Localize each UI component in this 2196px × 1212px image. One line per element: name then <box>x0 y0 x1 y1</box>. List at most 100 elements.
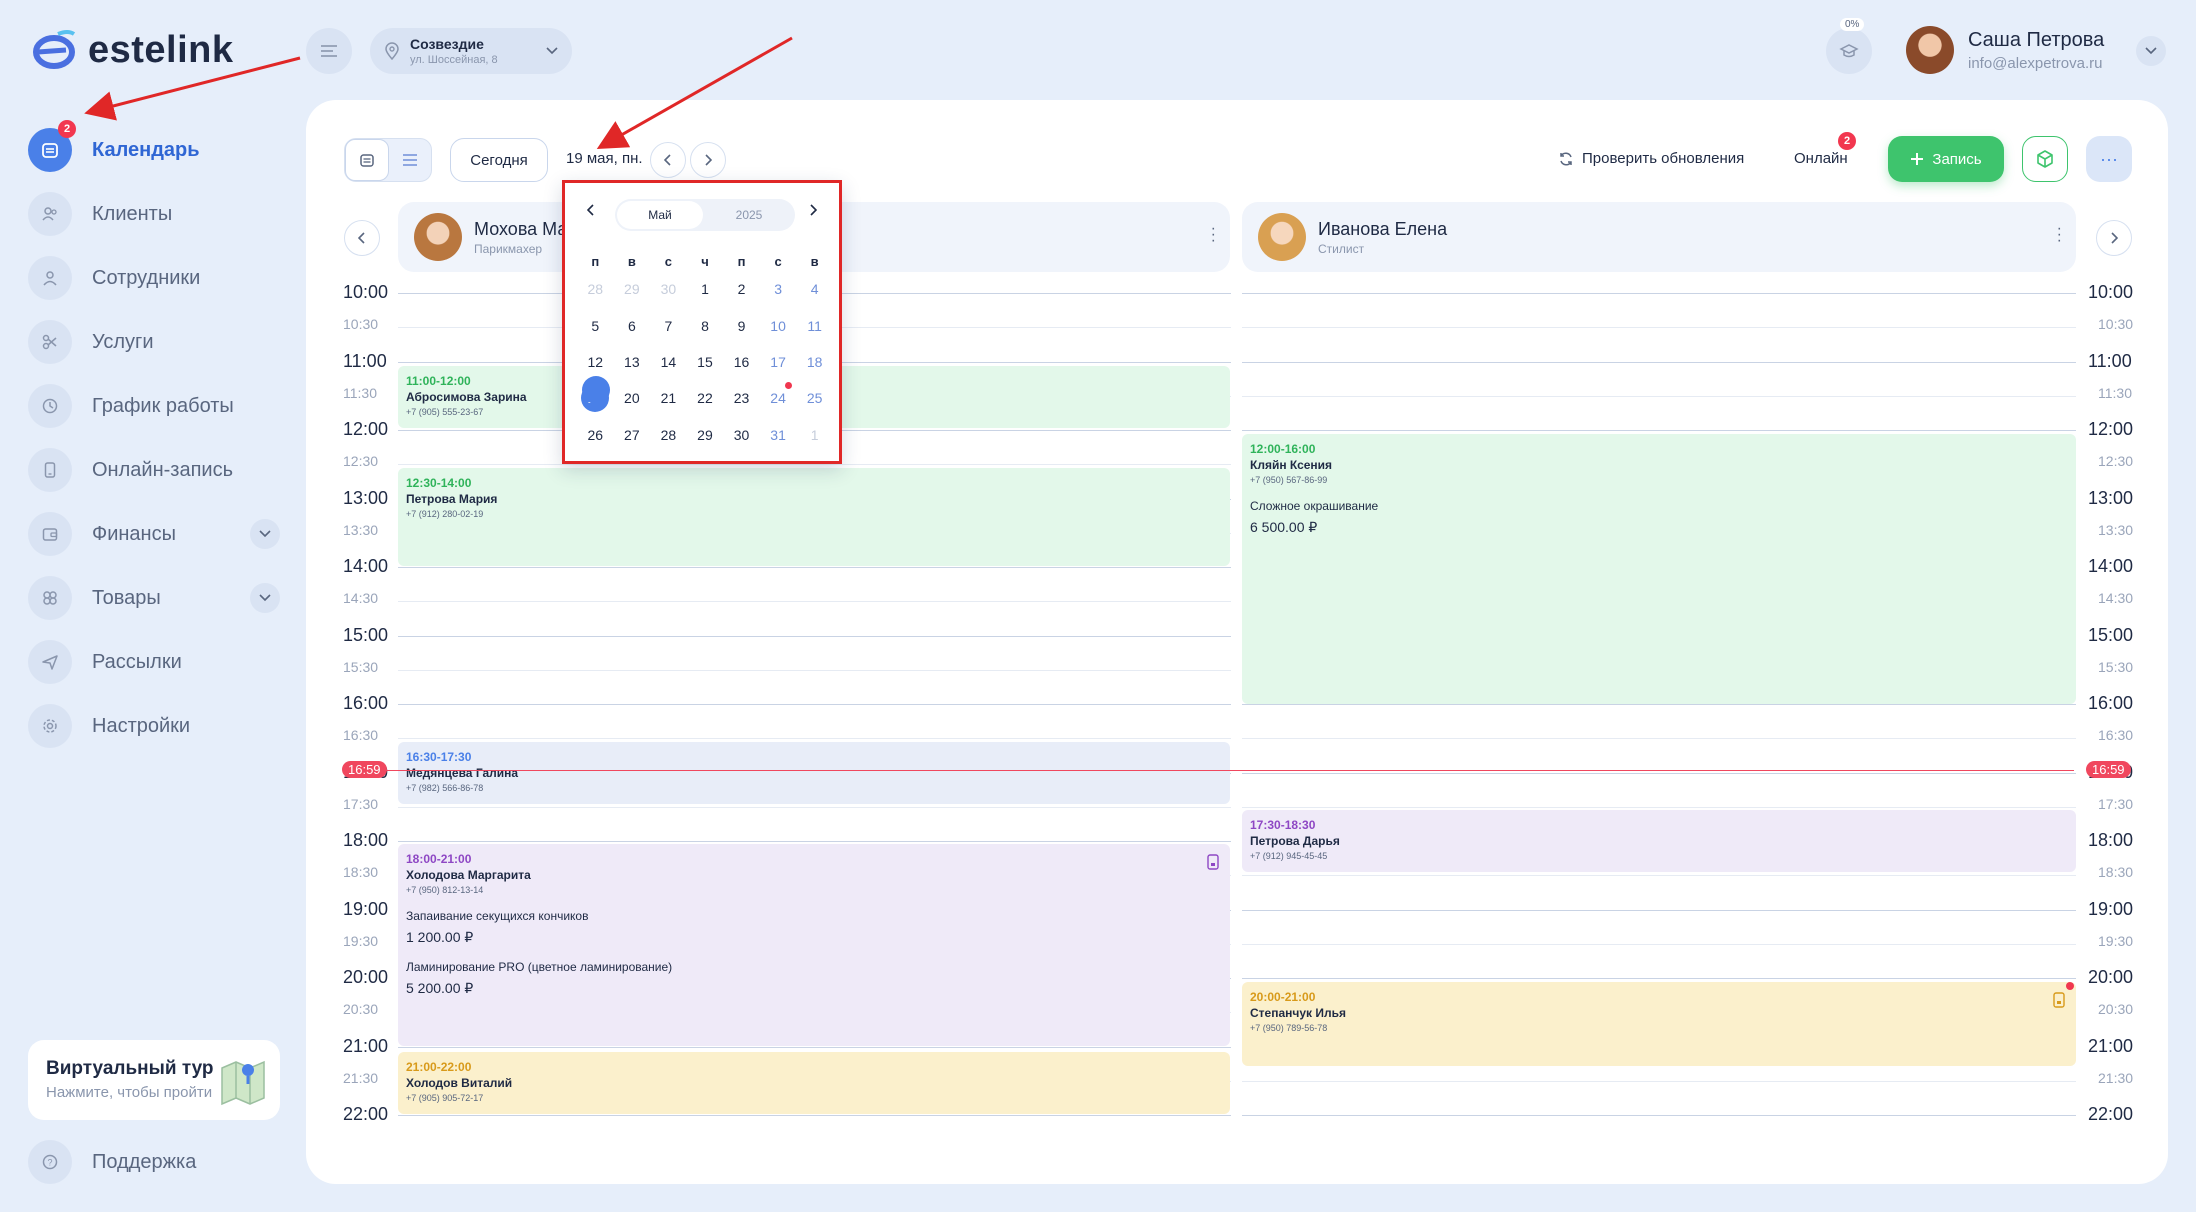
current-date[interactable]: 19 мая, пн. <box>566 150 643 167</box>
staff-header-2[interactable]: Иванова Елена Стилист · · · <box>1242 202 2076 272</box>
view-toggle[interactable] <box>344 138 432 182</box>
online-button[interactable]: Онлайн 2 <box>1794 132 1856 167</box>
calendar-day[interactable]: 4 <box>796 281 833 297</box>
sidebar-item-settings[interactable]: Настройки <box>28 694 280 758</box>
more-button[interactable]: ··· <box>2086 136 2132 182</box>
kebab-menu-icon[interactable]: · · · <box>2057 221 2062 249</box>
calendar-day[interactable]: 24 <box>760 382 797 406</box>
chevron-down-icon[interactable] <box>250 583 280 613</box>
calendar-day[interactable]: 9 <box>723 318 760 334</box>
user-menu-chevron[interactable] <box>2136 36 2166 66</box>
time-label-right: 12:00 <box>2088 419 2134 439</box>
calendar-day[interactable]: 31 <box>760 427 797 443</box>
time-label-left: 16:30 <box>343 727 379 744</box>
appointment-card[interactable]: 21:00-22:00 Холодов Виталий +7 (905) 905… <box>398 1052 1230 1114</box>
user-profile[interactable]: Саша Петрова info@alexpetrova.ru <box>1906 26 2104 74</box>
month-tab[interactable]: Май <box>617 201 703 229</box>
logo[interactable]: estelink <box>28 28 234 72</box>
calendar-day[interactable]: 20 <box>614 390 651 406</box>
year-tab[interactable]: 2025 <box>703 208 795 222</box>
sidebar-item-mailing[interactable]: Рассылки <box>28 630 280 694</box>
appointment-phone: +7 (950) 567-86-99 <box>1250 475 1328 485</box>
calendar-day[interactable]: 5 <box>577 318 614 334</box>
add-appointment-button[interactable]: Запись <box>1888 136 2004 182</box>
sidebar-item-schedule[interactable]: График работы <box>28 374 280 438</box>
graduation-cap-icon <box>1839 44 1859 58</box>
next-month-button[interactable] <box>809 203 818 221</box>
next-date-button[interactable] <box>690 142 726 178</box>
calendar-day[interactable]: 13 <box>614 354 651 370</box>
prev-staff-button[interactable] <box>344 220 380 256</box>
calendar-day[interactable]: 25 <box>796 390 833 406</box>
appointment-card[interactable]: 20:00-21:00 Степанчук Илья +7 (950) 789-… <box>1242 982 2076 1066</box>
calendar-day[interactable]: 2 <box>723 281 760 297</box>
sidebar-item-staff[interactable]: Сотрудники <box>28 246 280 310</box>
calendar-day[interactable]: 27 <box>614 427 651 443</box>
calendar-day[interactable]: 21 <box>650 390 687 406</box>
calendar-day[interactable]: 15 <box>687 354 724 370</box>
appointment-card[interactable]: 12:00-16:00 Кляйн Ксения +7 (950) 567-86… <box>1242 434 2076 704</box>
products-button[interactable] <box>2022 136 2068 182</box>
appointment-card[interactable]: 16:30-17:30 Медянцева Галина +7 (982) 56… <box>398 742 1230 804</box>
refresh-icon <box>1560 151 1572 166</box>
calendar-day[interactable]: 29 <box>614 281 651 297</box>
support-link[interactable]: ? Поддержка <box>28 1140 196 1184</box>
calendar-day[interactable]: 12 <box>577 354 614 370</box>
calendar-day[interactable]: 28 <box>577 281 614 297</box>
chevron-down-icon <box>2145 47 2157 55</box>
sidebar-item-clients[interactable]: Клиенты <box>28 182 280 246</box>
time-label-right: 11:00 <box>2088 350 2132 371</box>
day-number: 9 <box>737 317 746 334</box>
appointment-phone: +7 (982) 566-86-78 <box>406 783 484 793</box>
chevron-down-icon <box>546 47 558 55</box>
sidebar-item-finance[interactable]: Финансы <box>28 502 280 566</box>
kebab-menu-icon[interactable]: · · · <box>1211 221 1216 249</box>
calendar-day[interactable]: 17 <box>760 354 797 370</box>
branch-selector[interactable]: Созвездие ул. Шоссейная, 8 <box>370 28 572 74</box>
calendar-day[interactable]: 30 <box>650 281 687 297</box>
calendar-day[interactable]: 7 <box>650 318 687 334</box>
calendar-day[interactable]: 29 <box>687 427 724 443</box>
calendar-view-button[interactable] <box>345 139 389 181</box>
calendar-day[interactable]: 11 <box>796 318 833 334</box>
time-label-right: 19:30 <box>2098 932 2134 949</box>
calendar-day[interactable]: 3 <box>760 281 797 297</box>
menu-toggle-button[interactable] <box>306 28 352 74</box>
appointment-card[interactable]: 12:30-14:00 Петрова Мария +7 (912) 280-0… <box>398 468 1230 566</box>
calendar-day[interactable]: 16 <box>723 354 760 370</box>
calendar-day[interactable]: 14 <box>650 354 687 370</box>
appointment-card[interactable]: 17:30-18:30 Петрова Дарья +7 (912) 945-4… <box>1242 810 2076 872</box>
sidebar-item-online-booking[interactable]: Онлайн-запись <box>28 438 280 502</box>
weekday-label: п <box>591 253 600 269</box>
calendar-day[interactable]: 6 <box>614 318 651 334</box>
calendar-day[interactable]: 1 <box>796 427 833 443</box>
virtual-tour-card[interactable]: Виртуальный тур Нажмите, чтобы пройти <box>28 1040 280 1120</box>
calendar-day[interactable]: 19 <box>577 376 614 413</box>
day-number: 13 <box>624 353 640 370</box>
sidebar-item-services[interactable]: Услуги <box>28 310 280 374</box>
prev-date-button[interactable] <box>650 142 686 178</box>
list-view-button[interactable] <box>389 139 431 181</box>
calendar-day[interactable]: 18 <box>796 354 833 370</box>
chevron-down-icon[interactable] <box>250 519 280 549</box>
check-updates-button[interactable]: Проверить обновления <box>1558 150 1744 167</box>
weekday-header: пвсчпсв <box>577 251 833 271</box>
calendar-day[interactable]: 30 <box>723 427 760 443</box>
calendar-day[interactable]: 8 <box>687 318 724 334</box>
onboarding-progress-button[interactable] <box>1826 28 1872 74</box>
calendar-day[interactable]: 23 <box>723 390 760 406</box>
month-year-switch[interactable]: Май 2025 <box>615 199 795 231</box>
today-button[interactable]: Сегодня <box>450 138 548 182</box>
appointment-card[interactable]: 18:00-21:00 Холодова Маргарита +7 (950) … <box>398 844 1230 1046</box>
cube-icon <box>2037 150 2053 168</box>
calendar-day[interactable]: 1 <box>687 281 724 297</box>
prev-month-button[interactable] <box>586 203 595 221</box>
sidebar-item-calendar[interactable]: 2 Календарь <box>28 118 280 182</box>
sidebar-item-goods[interactable]: Товары <box>28 566 280 630</box>
calendar-day[interactable]: 28 <box>650 427 687 443</box>
calendar-day[interactable]: 22 <box>687 390 724 406</box>
calendar-day[interactable]: 10 <box>760 318 797 334</box>
next-staff-button[interactable] <box>2096 220 2132 256</box>
calendar-day[interactable]: 26 <box>577 427 614 443</box>
user-email: info@alexpetrova.ru <box>1968 54 2103 72</box>
